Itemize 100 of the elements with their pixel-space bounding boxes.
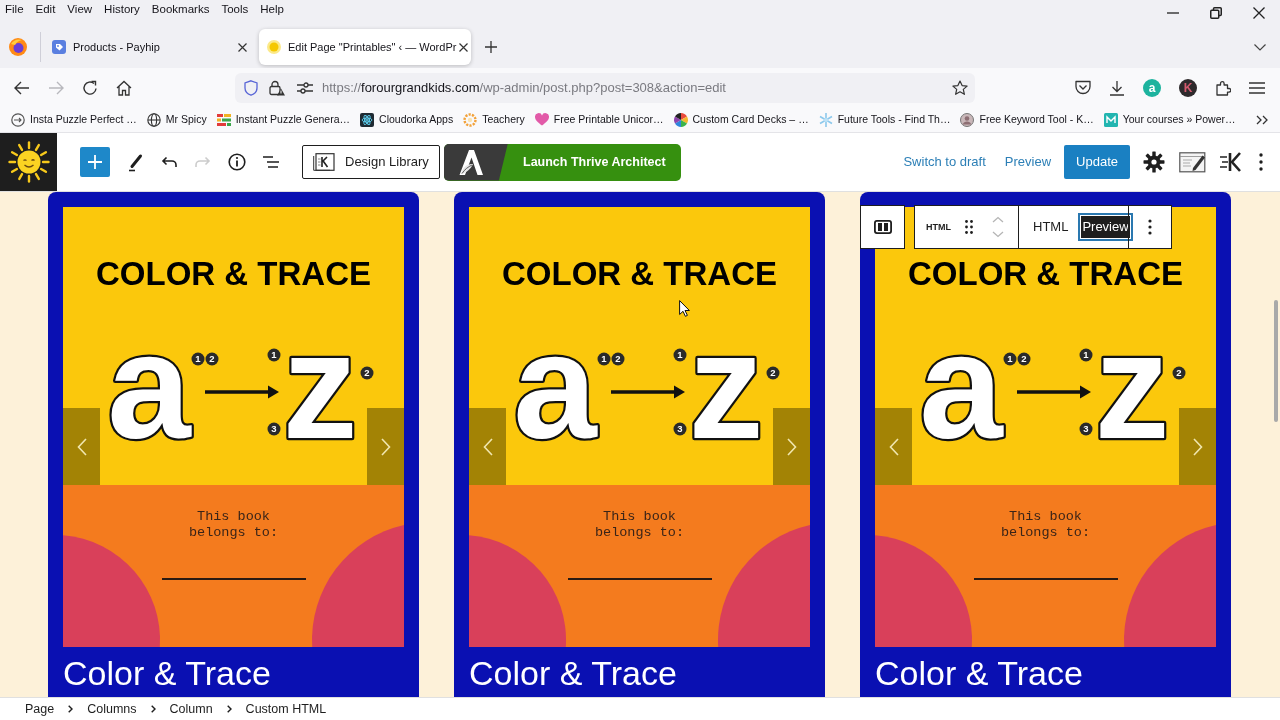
step-number: 1 — [1079, 348, 1093, 362]
chevron-right-icon — [786, 437, 797, 456]
more-options-icon[interactable] — [1259, 153, 1263, 171]
chevron-right-icon — [150, 705, 156, 713]
select-parent-button[interactable] — [860, 205, 905, 249]
arrow-icon — [205, 385, 279, 399]
tracing-letter: a — [107, 302, 191, 470]
browser-logo-icon[interactable] — [9, 38, 27, 56]
block-type-button[interactable]: HTML — [926, 222, 951, 232]
step-number: 2 — [1172, 366, 1186, 380]
scrollbar-thumb[interactable] — [1274, 300, 1278, 422]
bookmark-item[interactable]: Instant Puzzle Genera… — [216, 111, 351, 128]
snowflake-icon — [818, 112, 833, 127]
pinwheel-icon — [673, 112, 688, 127]
mode-tab[interactable]: HTML — [1029, 213, 1073, 241]
tag-icon — [52, 40, 66, 54]
step-number: 1 — [1003, 352, 1017, 366]
card-title: Color & Trace — [469, 653, 678, 693]
address-bar[interactable]: https://forourgrandkids.com/wp-admin/post.php?post=308&action=edit — [235, 72, 975, 103]
step-number: 3 — [673, 422, 687, 436]
design-library-button[interactable]: Design Library — [302, 145, 440, 179]
menu-item[interactable]: File — [5, 1, 24, 17]
site-icon-button[interactable] — [0, 133, 57, 191]
add-block-button[interactable] — [80, 147, 110, 177]
step-number: 1 — [191, 352, 205, 366]
chevron-left-icon — [888, 437, 899, 456]
extension-button[interactable]: K — [1179, 78, 1197, 97]
lock-warning-icon[interactable] — [269, 79, 285, 96]
browser-tab[interactable]: Edit Page "Printables" ‹ — WordPr — [259, 29, 471, 65]
chevron-left-icon — [482, 437, 493, 456]
columns-icon — [873, 220, 892, 234]
step-number: 2 — [611, 352, 625, 366]
plus-icon[interactable] — [485, 41, 497, 53]
settings-icon[interactable] — [1142, 150, 1166, 174]
bookmark-item[interactable]: Insta Puzzle Perfect … — [11, 111, 137, 128]
menu-icon[interactable] — [1249, 81, 1265, 94]
update-button[interactable]: Update — [1064, 145, 1130, 179]
double-chevron-icon[interactable] — [1256, 114, 1268, 125]
home-icon[interactable] — [116, 79, 132, 96]
breadcrumb-item[interactable]: Column — [169, 699, 213, 719]
drag-handle-icon[interactable] — [965, 220, 973, 234]
edit-document-icon[interactable] — [1179, 150, 1207, 174]
bookmark-item[interactable]: Your courses » Power… — [1103, 111, 1236, 128]
puzzle-icon[interactable] — [1215, 79, 1231, 96]
step-number: 1 — [267, 348, 281, 362]
cover-heading: COLOR & TRACE — [502, 255, 777, 293]
chevron-right-icon — [380, 437, 391, 456]
step-number: 3 — [1079, 422, 1093, 436]
breadcrumb-item[interactable]: Columns — [87, 699, 137, 719]
restore-icon[interactable] — [1209, 7, 1222, 19]
more-options-icon[interactable] — [1148, 219, 1152, 235]
cover-heading: COLOR & TRACE — [908, 255, 1183, 293]
sun-icon — [7, 141, 50, 183]
shield-icon[interactable] — [244, 79, 258, 96]
menu-item[interactable]: History — [104, 1, 140, 17]
minimize-icon[interactable] — [1166, 12, 1179, 14]
permissions-icon[interactable] — [297, 81, 313, 94]
tracing-letter: z — [688, 302, 764, 470]
arrow-icon — [1017, 385, 1091, 399]
bookmark-item[interactable]: Free Printable Unicor… — [534, 111, 664, 128]
back-icon[interactable] — [14, 80, 30, 95]
bookmark-item[interactable]: Custom Card Decks – … — [673, 111, 809, 128]
cover-text: This book belongs to: — [999, 509, 1092, 541]
launch-builder-button[interactable]: Launch Thrive Architect — [443, 143, 681, 181]
bookmark-item[interactable]: Mr Spicy — [146, 111, 207, 128]
switch-to-draft-link[interactable]: Switch to draft — [903, 152, 986, 172]
close-icon[interactable] — [1252, 7, 1265, 19]
flower-icon — [463, 112, 478, 127]
bookmark-item[interactable]: Future Tools - Find Th… — [818, 111, 951, 128]
save-later-icon[interactable] — [1075, 80, 1091, 95]
preview-link[interactable]: Preview — [1004, 152, 1052, 172]
chevron-down-icon[interactable] — [1254, 43, 1266, 51]
url-text[interactable]: https://forourgrandkids.com/wp-admin/post.php?post=308&action=edit — [322, 77, 726, 98]
menu-item[interactable]: Tools — [221, 1, 249, 17]
close-icon[interactable] — [238, 42, 247, 52]
mode-tab[interactable]: Preview — [1078, 213, 1133, 241]
bookmark-item[interactable]: Teachery — [463, 111, 525, 128]
step-number: 1 — [673, 348, 687, 362]
avatar-icon — [960, 112, 975, 127]
download-icon[interactable] — [1109, 79, 1125, 96]
bookmark-item[interactable]: Free Keyword Tool - K… — [960, 111, 1094, 128]
cover-heading: COLOR & TRACE — [96, 255, 371, 293]
globe-icon — [146, 112, 161, 127]
breadcrumb-item[interactable]: Custom HTML — [245, 699, 327, 719]
bookmark-item[interactable]: Cloudorka Apps — [360, 111, 454, 128]
arrow-icon — [611, 385, 685, 399]
speed-lines-icon[interactable] — [1219, 150, 1243, 174]
menu-item[interactable]: View — [67, 1, 93, 17]
menu-item[interactable]: Edit — [35, 1, 56, 17]
grid-icon — [216, 112, 231, 127]
step-number: 2 — [1017, 352, 1031, 366]
menu-item[interactable]: Help — [260, 1, 284, 17]
browser-tab[interactable]: Products - Payhip — [44, 29, 256, 65]
cover-text: This book belongs to: — [187, 509, 280, 541]
menu-item[interactable]: Bookmarks — [151, 1, 210, 17]
breadcrumb-item[interactable]: Page — [25, 699, 55, 719]
reload-icon[interactable] — [82, 79, 98, 96]
cover-text: This book belongs to: — [593, 509, 686, 541]
close-icon[interactable] — [459, 42, 469, 52]
star-icon[interactable] — [952, 79, 968, 96]
